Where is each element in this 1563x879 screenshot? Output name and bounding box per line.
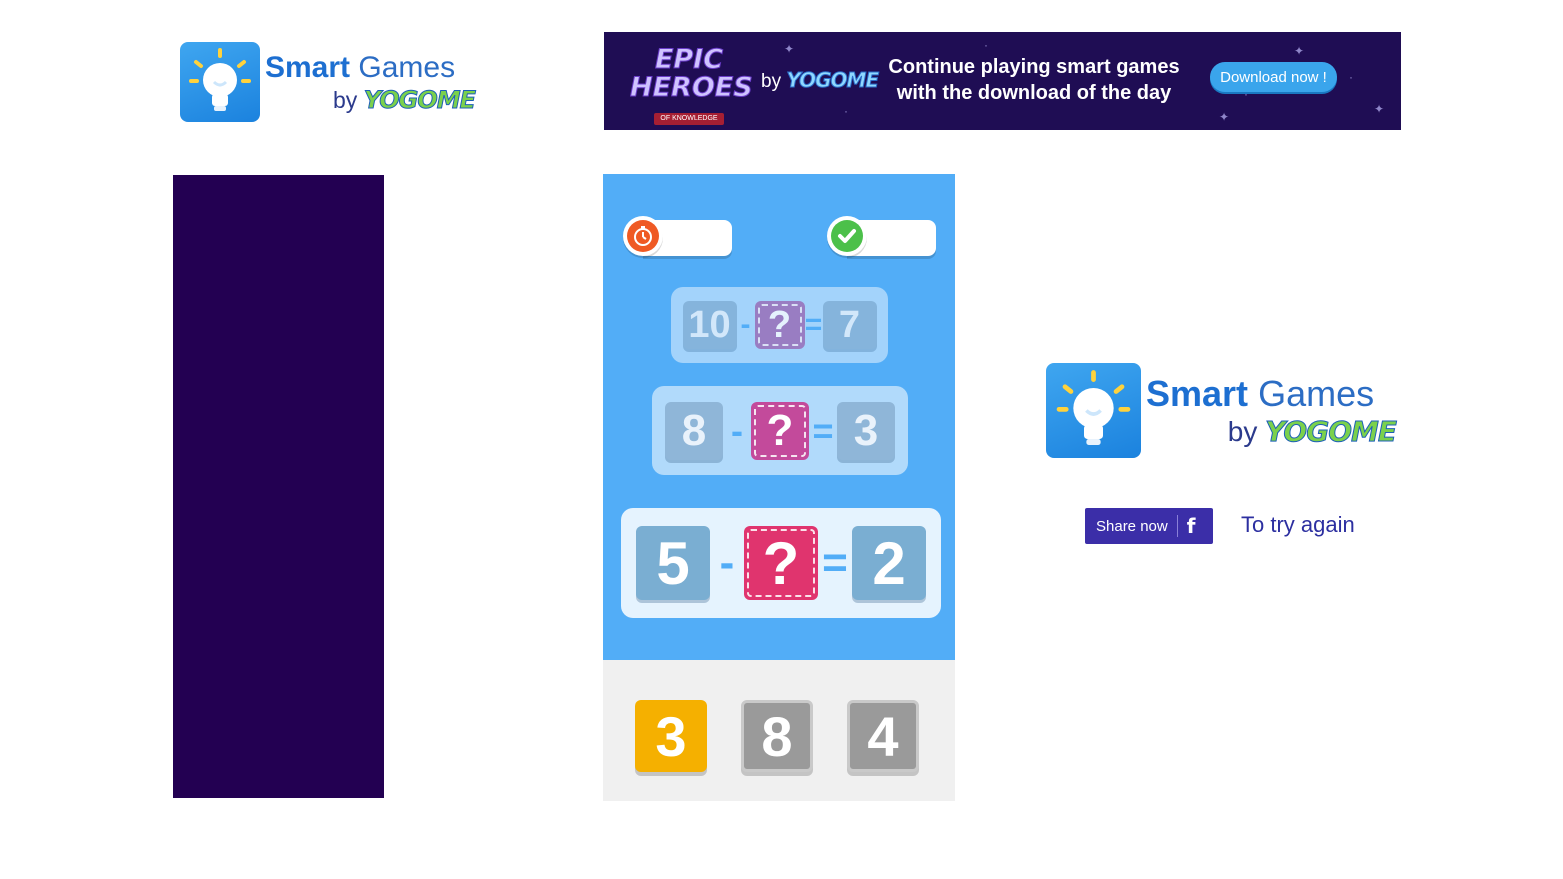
try-again-link[interactable]: To try again [1241,512,1355,538]
equation-result: 3 [837,401,895,460]
download-banner[interactable]: ✦ ✦ ✦ · · · ✦ · EPIC HEROES OF KNOWLEDGE… [604,32,1401,130]
answer-choices: 3 8 4 [603,660,955,801]
banner-message: Continue playing smart games with the do… [874,54,1194,106]
equation-result: 2 [852,526,926,600]
share-button-label: Share now [1096,517,1168,535]
equation-operand: 8 [665,401,723,460]
unknown-slot: ? [754,301,805,349]
facebook-icon: f [1186,514,1196,538]
yogome-logo: YOGOME [363,86,476,115]
active-equation-row: 5 - ? = 2 [621,508,941,618]
ad-placeholder [173,175,384,798]
logo-title-regular: Games [358,51,456,84]
equation-operand: 10 [682,301,737,349]
equation-area: 10 - ? = 7 8 - ? = 3 5 - ? = 2 [603,174,955,660]
equation-row: 8 - ? = 3 [652,386,908,475]
lightbulb-icon [1046,363,1141,458]
download-button[interactable]: Download now ! [1210,62,1337,92]
divider [1176,515,1178,537]
smart-games-logo[interactable]: Smart Games by YOGOME [180,42,477,122]
equation-row: 10 - ? = 7 [671,287,888,363]
answer-choice-8[interactable]: 8 [741,700,813,772]
game-panel: 10 - ? = 7 8 - ? = 3 5 - ? = 2 3 8 4 [603,174,955,801]
yogome-logo: YOGOME [1265,415,1398,449]
logo-by: by [1227,416,1258,447]
banner-publisher: by YOGOME [761,68,880,93]
unknown-slot: ? [751,401,809,460]
logo-title-bold: Smart [265,51,351,84]
game-title-line1: EPIC [654,44,724,75]
banner-yogome-logo: YOGOME [786,68,880,93]
checkmark-icon [827,216,867,256]
banner-message-line2: with the download of the day [896,82,1172,104]
equals-sign: = [812,409,834,451]
equals-sign: = [822,538,848,587]
logo-title-regular: Games [1258,373,1375,414]
answer-choice-3[interactable]: 3 [635,700,707,772]
share-facebook-button[interactable]: Share now f [1085,508,1213,544]
minus-sign: - [740,308,751,341]
logo-by: by [333,87,358,113]
epic-heroes-logo: EPIC HEROES OF KNOWLEDGE [630,44,754,125]
answer-choice-4[interactable]: 4 [847,700,919,772]
stopwatch-icon [623,216,663,256]
lightbulb-icon [180,42,260,122]
equals-sign: = [804,308,823,341]
banner-message-line1: Continue playing smart games [888,56,1180,78]
minus-sign: - [719,538,735,587]
logo-title-bold: Smart [1146,373,1249,414]
game-title-line2: HEROES [630,72,754,103]
equation-operand: 5 [636,526,710,600]
banner-by: by [761,71,782,92]
minus-sign: - [731,409,743,451]
smart-games-logo-large: Smart Games by YOGOME [1046,363,1398,458]
equation-result: 7 [822,301,877,349]
unknown-slot-target[interactable]: ? [744,526,818,600]
game-subtitle: OF KNOWLEDGE [654,113,724,125]
